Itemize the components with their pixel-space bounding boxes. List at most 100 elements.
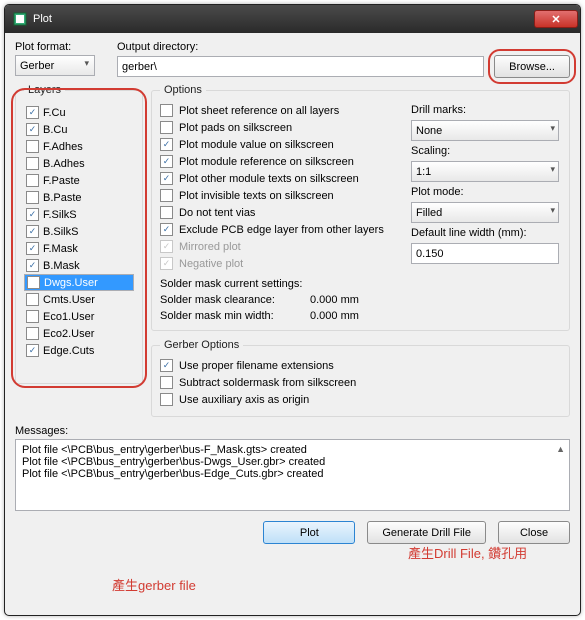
plot-format-label: Plot format: <box>15 41 107 53</box>
layer-row[interactable]: ✓B.Cu <box>24 121 134 138</box>
checkbox-icon[interactable]: ✓ <box>26 344 39 357</box>
option-row: ✓Mirrored plot <box>160 238 397 255</box>
gerber-option-row[interactable]: ✓Use proper filename extensions <box>160 357 561 374</box>
gerber-option-label: Use auxiliary axis as origin <box>179 394 309 406</box>
layer-row[interactable]: ✓ F.Mask <box>24 240 134 257</box>
checkbox-icon[interactable]: ✓ <box>26 327 39 340</box>
option-row[interactable]: ✓Plot invisible texts on silkscreen <box>160 187 397 204</box>
plot-dialog: Plot ✕ Plot format: Gerber Output direct… <box>4 4 581 616</box>
checkbox-icon[interactable]: ✓ <box>26 140 39 153</box>
layer-row[interactable]: ✓ B.Mask <box>24 257 134 274</box>
checkbox-icon[interactable]: ✓ <box>27 276 40 289</box>
close-button[interactable]: ✕ <box>534 10 578 28</box>
checkbox-icon: ✓ <box>160 240 173 253</box>
gerber-option-row[interactable]: ✓ Use auxiliary axis as origin <box>160 391 561 408</box>
option-row[interactable]: ✓ Plot pads on silkscreen <box>160 119 397 136</box>
messages-box[interactable]: ▲ Plot file <\PCB\bus_entry\gerber\bus-F… <box>15 439 570 511</box>
checkbox-icon[interactable]: ✓ <box>160 376 173 389</box>
layer-row[interactable]: ✓F.Paste <box>24 172 134 189</box>
option-label: Plot pads on silkscreen <box>179 122 292 134</box>
option-label: Plot module value on silkscreen <box>179 139 334 151</box>
checkbox-icon[interactable]: ✓ <box>160 223 173 236</box>
plot-mode-label: Plot mode: <box>411 186 561 198</box>
layer-row[interactable]: ✓F.Adhes <box>24 138 134 155</box>
layers-panel: Layers ✓F.Cu✓B.Cu✓F.Adhes✓B.Adhes✓F.Past… <box>15 84 143 417</box>
checkbox-icon[interactable]: ✓ <box>160 206 173 219</box>
checkbox-icon[interactable]: ✓ <box>26 174 39 187</box>
layer-label: F.Mask <box>43 243 78 255</box>
layer-label: Cmts.User <box>43 294 95 306</box>
checkbox-icon[interactable]: ✓ <box>26 259 39 272</box>
layer-label: B.SilkS <box>43 226 78 238</box>
browse-button[interactable]: Browse... <box>494 55 570 78</box>
close-icon: ✕ <box>551 13 560 26</box>
layer-row[interactable]: ✓ Eco1.User <box>24 308 134 325</box>
scaling-select[interactable]: 1:1 <box>411 161 559 182</box>
option-label: Plot module reference on silkscreen <box>179 156 354 168</box>
plot-button[interactable]: Plot <box>263 521 355 544</box>
checkbox-icon[interactable]: ✓ <box>26 208 39 221</box>
layer-label: Eco1.User <box>43 311 94 323</box>
checkbox-icon[interactable]: ✓ <box>26 293 39 306</box>
checkbox-icon[interactable]: ✓ <box>26 242 39 255</box>
checkbox-icon[interactable]: ✓ <box>26 157 39 170</box>
checkbox-icon[interactable]: ✓ <box>160 393 173 406</box>
layer-label: Edge.Cuts <box>43 345 94 357</box>
layer-label: Eco2.User <box>43 328 94 340</box>
solder-minwidth-value: 0.000 mm <box>310 310 359 322</box>
option-row[interactable]: ✓ Plot module reference on silkscreen <box>160 153 397 170</box>
layer-row[interactable]: ✓B.Paste <box>24 189 134 206</box>
layer-label: Dwgs.User <box>44 277 98 289</box>
checkbox-icon[interactable]: ✓ <box>160 359 173 372</box>
option-label: Do not tent vias <box>179 207 255 219</box>
line-width-input[interactable] <box>411 243 559 264</box>
layer-row[interactable]: ✓ Eco2.User <box>24 325 134 342</box>
options-panel: Options ✓Plot sheet reference on all lay… <box>151 84 570 331</box>
layer-label: B.Mask <box>43 260 80 272</box>
titlebar[interactable]: Plot ✕ <box>5 5 580 33</box>
gerber-option-label: Subtract soldermask from silkscreen <box>179 377 356 389</box>
message-line: Plot file <\PCB\bus_entry\gerber\bus-Dwg… <box>22 456 563 468</box>
checkbox-icon[interactable]: ✓ <box>26 225 39 238</box>
solder-legend: Solder mask current settings: <box>160 278 302 290</box>
layer-row[interactable]: ✓ Dwgs.User <box>24 274 134 291</box>
checkbox-icon[interactable]: ✓ <box>160 138 173 151</box>
output-dir-input[interactable] <box>117 56 484 77</box>
solder-clearance-label: Solder mask clearance: <box>160 294 300 306</box>
option-row[interactable]: ✓ Plot other module texts on silkscreen <box>160 170 397 187</box>
option-row[interactable]: ✓ Do not tent vias <box>160 204 397 221</box>
checkbox-icon[interactable]: ✓ <box>26 191 39 204</box>
layer-row[interactable]: ✓ F.SilkS <box>24 206 134 223</box>
checkbox-icon[interactable]: ✓ <box>160 104 173 117</box>
checkbox-icon[interactable]: ✓ <box>26 310 39 323</box>
layer-label: F.SilkS <box>43 209 77 221</box>
layer-row[interactable]: ✓ Cmts.User <box>24 291 134 308</box>
plot-mode-select[interactable]: Filled <box>411 202 559 223</box>
plot-format-select[interactable]: Gerber <box>15 55 95 76</box>
layer-label: B.Adhes <box>43 158 85 170</box>
generate-drill-button[interactable]: Generate Drill File <box>367 521 486 544</box>
close-dialog-button[interactable]: Close <box>498 521 570 544</box>
option-label: Plot other module texts on silkscreen <box>179 173 359 185</box>
checkbox-icon[interactable]: ✓ <box>26 123 39 136</box>
annotation-gerber: 產生gerber file <box>112 575 196 594</box>
layer-row[interactable]: ✓F.Cu <box>24 104 134 121</box>
layer-row[interactable]: ✓ Edge.Cuts <box>24 342 134 359</box>
gerber-legend: Gerber Options <box>160 339 243 351</box>
checkbox-icon[interactable]: ✓ <box>160 121 173 134</box>
scroll-up-icon[interactable]: ▲ <box>556 444 565 454</box>
option-row[interactable]: ✓Plot sheet reference on all layers <box>160 102 397 119</box>
layer-row[interactable]: ✓ B.SilkS <box>24 223 134 240</box>
drill-marks-select[interactable]: None <box>411 120 559 141</box>
checkbox-icon[interactable]: ✓ <box>160 172 173 185</box>
checkbox-icon[interactable]: ✓ <box>160 189 173 202</box>
checkbox-icon[interactable]: ✓ <box>160 155 173 168</box>
window-title: Plot <box>33 13 534 25</box>
annotation-drill: 產生Drill File, 鑽孔用 <box>408 543 527 562</box>
option-row[interactable]: ✓ Plot module value on silkscreen <box>160 136 397 153</box>
layer-row[interactable]: ✓ B.Adhes <box>24 155 134 172</box>
checkbox-icon[interactable]: ✓ <box>26 106 39 119</box>
gerber-option-row[interactable]: ✓ Subtract soldermask from silkscreen <box>160 374 561 391</box>
option-row[interactable]: ✓Exclude PCB edge layer from other layer… <box>160 221 397 238</box>
scaling-label: Scaling: <box>411 145 561 157</box>
